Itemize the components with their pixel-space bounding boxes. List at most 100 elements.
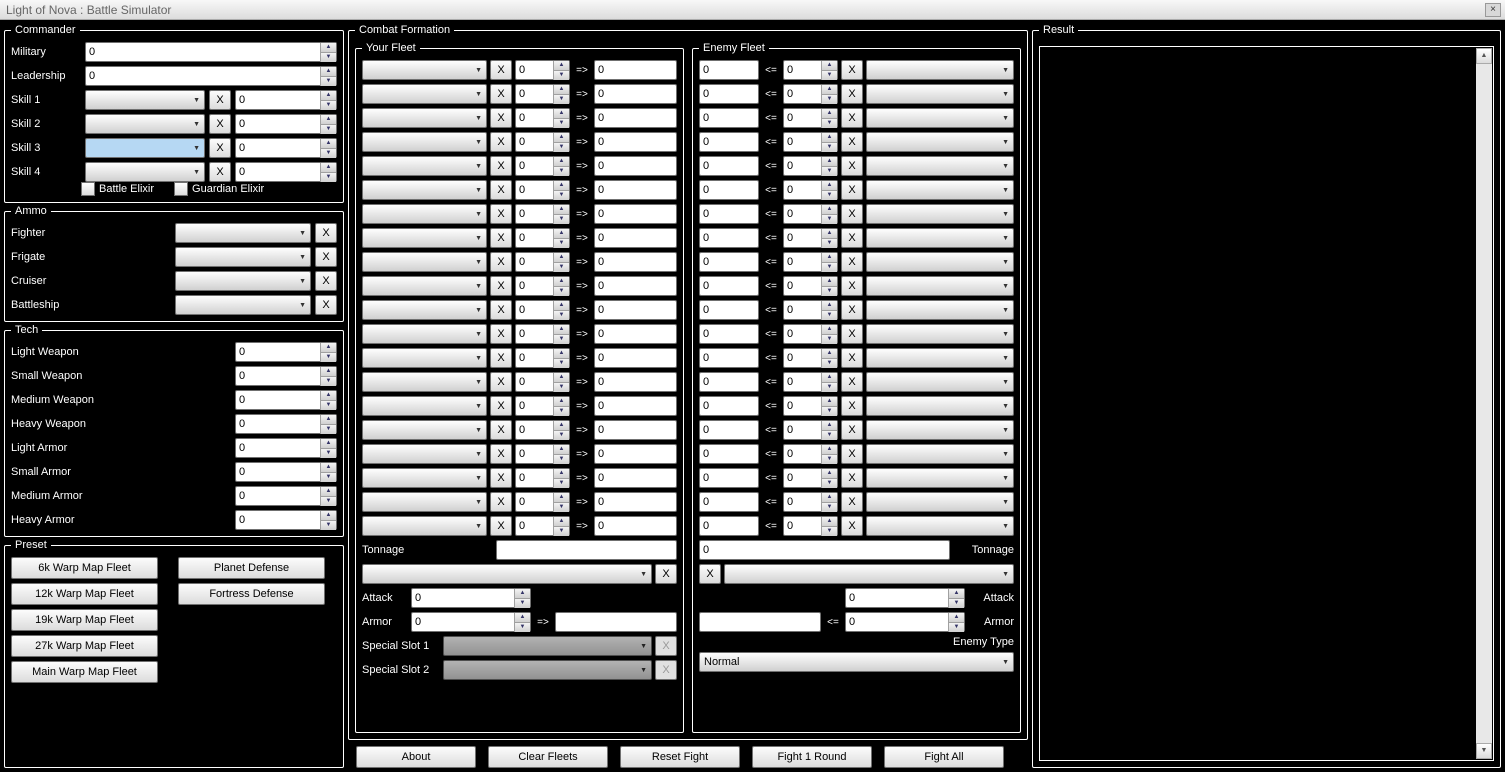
your-ship-count-input[interactable]: 0▲▼ [515,180,570,200]
spin-up-icon[interactable]: ▲ [320,67,336,77]
your-ship-clear-button[interactable]: X [490,84,512,104]
preset-button[interactable]: 27k Warp Map Fleet [11,635,158,657]
your-attack-input[interactable]: 0▲▼ [411,588,531,608]
enemy-ship-count-input[interactable]: 0▲▼ [783,324,838,344]
enemy-ship-clear-button[interactable]: X [841,468,863,488]
enemy-ship-clear-button[interactable]: X [841,156,863,176]
your-ship-clear-button[interactable]: X [490,60,512,80]
spin-down-icon[interactable]: ▼ [320,521,336,530]
enemy-ship-count-input[interactable]: 0▲▼ [783,108,838,128]
your-ship-combo[interactable] [362,516,487,536]
your-armor-input[interactable]: 0▲▼ [411,612,531,632]
enemy-ship-clear-button[interactable]: X [841,132,863,152]
your-ship-count-input[interactable]: 0▲▼ [515,324,570,344]
your-ship-count-input[interactable]: 0▲▼ [515,420,570,440]
your-ship-clear-button[interactable]: X [490,348,512,368]
skill-combo[interactable] [85,138,205,158]
leadership-input[interactable]: 0 ▲▼ [85,66,337,86]
enemy-ship-clear-button[interactable]: X [841,228,863,248]
enemy-ship-combo[interactable] [866,108,1014,128]
spin-up-icon[interactable]: ▲ [320,43,336,53]
enemy-ship-combo[interactable] [866,468,1014,488]
your-ship-clear-button[interactable]: X [490,516,512,536]
enemy-ship-clear-button[interactable]: X [841,108,863,128]
your-ship-clear-button[interactable]: X [490,228,512,248]
skill-combo[interactable] [85,162,205,182]
enemy-ship-count-input[interactable]: 0▲▼ [783,180,838,200]
enemy-ship-combo[interactable] [866,300,1014,320]
enemy-ship-clear-button[interactable]: X [841,60,863,80]
skill-clear-button[interactable]: X [209,114,231,134]
skill-combo[interactable] [85,114,205,134]
your-ship-count-input[interactable]: 0▲▼ [515,84,570,104]
ammo-clear-button[interactable]: X [315,295,337,315]
enemy-ship-combo[interactable] [866,372,1014,392]
your-ship-count-input[interactable]: 0▲▼ [515,228,570,248]
enemy-ship-count-input[interactable]: 0▲▼ [783,396,838,416]
enemy-ship-clear-button[interactable]: X [841,276,863,296]
your-ship-clear-button[interactable]: X [490,324,512,344]
your-ship-combo[interactable] [362,228,487,248]
enemy-ship-clear-button[interactable]: X [841,444,863,464]
spin-down-icon[interactable]: ▼ [320,449,336,458]
enemy-ship-combo[interactable] [866,228,1014,248]
scroll-down-icon[interactable]: ▼ [1476,743,1492,759]
enemy-ship-count-input[interactable]: 0▲▼ [783,492,838,512]
enemy-ship-combo[interactable] [866,252,1014,272]
spin-down-icon[interactable]: ▼ [320,377,336,386]
your-ship-count-input[interactable]: 0▲▼ [515,396,570,416]
tech-input[interactable]: 0 ▲▼ [235,366,337,386]
your-ship-combo[interactable] [362,420,487,440]
spin-down-icon[interactable]: ▼ [320,53,336,62]
enemy-ship-count-input[interactable]: 0▲▼ [783,468,838,488]
special-slot1-combo[interactable] [443,636,652,656]
your-ship-combo[interactable] [362,492,487,512]
your-ship-clear-button[interactable]: X [490,492,512,512]
enemy-ship-count-input[interactable]: 0▲▼ [783,516,838,536]
your-ship-count-input[interactable]: 0▲▼ [515,444,570,464]
your-ship-count-input[interactable]: 0▲▼ [515,468,570,488]
your-ship-count-input[interactable]: 0▲▼ [515,300,570,320]
enemy-ship-clear-button[interactable]: X [841,252,863,272]
tech-input[interactable]: 0 ▲▼ [235,390,337,410]
your-ship-combo[interactable] [362,300,487,320]
your-ship-clear-button[interactable]: X [490,108,512,128]
spin-up-icon[interactable]: ▲ [320,439,336,449]
your-ship-clear-button[interactable]: X [490,396,512,416]
special-slot2-combo[interactable] [443,660,652,680]
your-ship-combo[interactable] [362,132,487,152]
enemy-ship-count-input[interactable]: 0▲▼ [783,132,838,152]
action-button[interactable]: Fight 1 Round [752,746,872,768]
enemy-ship-combo[interactable] [866,444,1014,464]
ammo-clear-button[interactable]: X [315,271,337,291]
enemy-extra-clear-button[interactable]: X [699,564,721,584]
ammo-clear-button[interactable]: X [315,247,337,267]
your-ship-count-input[interactable]: 0▲▼ [515,60,570,80]
your-ship-clear-button[interactable]: X [490,204,512,224]
your-ship-clear-button[interactable]: X [490,180,512,200]
your-ship-clear-button[interactable]: X [490,444,512,464]
enemy-ship-count-input[interactable]: 0▲▼ [783,252,838,272]
spin-up-icon[interactable]: ▲ [320,415,336,425]
enemy-ship-clear-button[interactable]: X [841,492,863,512]
enemy-ship-clear-button[interactable]: X [841,372,863,392]
your-ship-combo[interactable] [362,252,487,272]
enemy-ship-clear-button[interactable]: X [841,516,863,536]
your-ship-combo[interactable] [362,84,487,104]
your-ship-clear-button[interactable]: X [490,132,512,152]
your-ship-combo[interactable] [362,324,487,344]
spin-up-icon[interactable]: ▲ [320,391,336,401]
preset-button[interactable]: Fortress Defense [178,583,325,605]
enemy-ship-count-input[interactable]: 0▲▼ [783,156,838,176]
spin-up-icon[interactable]: ▲ [320,139,336,149]
your-ship-combo[interactable] [362,372,487,392]
close-icon[interactable]: × [1485,3,1501,17]
enemy-ship-combo[interactable] [866,516,1014,536]
your-ship-clear-button[interactable]: X [490,252,512,272]
your-ship-count-input[interactable]: 0▲▼ [515,132,570,152]
spin-down-icon[interactable]: ▼ [320,473,336,482]
enemy-ship-combo[interactable] [866,204,1014,224]
your-ship-combo[interactable] [362,396,487,416]
ammo-combo[interactable] [175,271,311,291]
your-ship-count-input[interactable]: 0▲▼ [515,108,570,128]
